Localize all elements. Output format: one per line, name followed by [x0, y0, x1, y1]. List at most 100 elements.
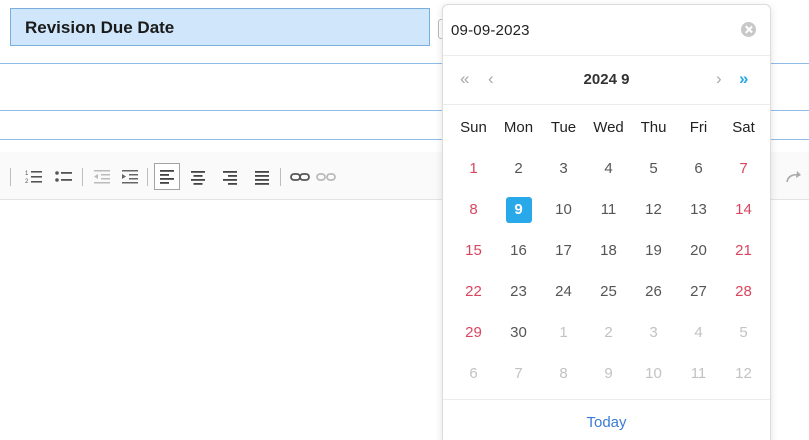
unlink-icon[interactable] [314, 165, 338, 189]
day-cell[interactable]: 21 [721, 236, 766, 266]
day-cell[interactable]: 23 [496, 277, 541, 307]
toolbar-separator [82, 168, 83, 186]
day-cell[interactable]: 19 [631, 236, 676, 266]
day-number: 18 [600, 242, 617, 259]
day-cell-other-month[interactable]: 5 [721, 318, 766, 348]
day-cell[interactable]: 20 [676, 236, 721, 266]
day-number: 10 [645, 365, 662, 382]
date-input[interactable]: 09-09-2023 [451, 22, 530, 39]
day-cell[interactable]: 11 [586, 195, 631, 225]
justify-icon[interactable] [250, 165, 274, 189]
day-number: 22 [465, 283, 482, 300]
ordered-list-icon[interactable]: 1 2 [22, 165, 46, 189]
day-number: 11 [690, 365, 707, 382]
day-number: 1 [559, 324, 568, 341]
day-cell[interactable]: 30 [496, 318, 541, 348]
day-cell[interactable]: 6 [676, 154, 721, 184]
indent-icon[interactable] [118, 165, 142, 189]
clear-icon[interactable] [741, 22, 756, 37]
day-number: 19 [645, 242, 662, 259]
outdent-icon[interactable] [90, 165, 114, 189]
day-number: 17 [555, 242, 572, 259]
day-cell[interactable]: 8 [451, 195, 496, 225]
day-cell[interactable]: 4 [586, 154, 631, 184]
unordered-list-icon[interactable] [52, 165, 76, 189]
day-cell-other-month[interactable]: 11 [676, 359, 721, 389]
day-cell-other-month[interactable]: 12 [721, 359, 766, 389]
weekday-row: Sun Mon Tue Wed Thu Fri Sat [451, 119, 766, 143]
day-cell[interactable]: 18 [586, 236, 631, 266]
day-cell-other-month[interactable]: 2 [586, 318, 631, 348]
day-cell[interactable]: 17 [541, 236, 586, 266]
day-cell-selected[interactable]: 9 [496, 195, 541, 225]
day-cell[interactable]: 22 [451, 277, 496, 307]
day-cell[interactable]: 14 [721, 195, 766, 225]
svg-text:1: 1 [25, 171, 29, 177]
day-cell-other-month[interactable]: 8 [541, 359, 586, 389]
day-number: 2 [514, 160, 523, 177]
day-number: 8 [469, 201, 478, 218]
day-cell[interactable]: 16 [496, 236, 541, 266]
align-right-icon[interactable] [218, 165, 242, 189]
day-number: 5 [649, 160, 658, 177]
day-number: 27 [690, 283, 707, 300]
day-cell[interactable]: 3 [541, 154, 586, 184]
day-number: 12 [645, 201, 662, 218]
day-number: 4 [694, 324, 703, 341]
day-cell-other-month[interactable]: 10 [631, 359, 676, 389]
day-number: 9 [604, 365, 613, 382]
day-cell-other-month[interactable]: 7 [496, 359, 541, 389]
day-cell-other-month[interactable]: 6 [451, 359, 496, 389]
day-cell[interactable]: 10 [541, 195, 586, 225]
weekday-label: Thu [640, 119, 667, 136]
link-icon[interactable] [288, 165, 312, 189]
day-cell[interactable]: 27 [676, 277, 721, 307]
svg-text:2: 2 [25, 179, 29, 185]
day-cell-other-month[interactable]: 3 [631, 318, 676, 348]
day-cell[interactable]: 5 [631, 154, 676, 184]
day-cell-other-month[interactable]: 1 [541, 318, 586, 348]
today-button[interactable]: Today [443, 414, 770, 431]
day-number: 15 [465, 242, 482, 259]
day-cell[interactable]: 26 [631, 277, 676, 307]
day-cell[interactable]: 2 [496, 154, 541, 184]
day-cell[interactable]: 13 [676, 195, 721, 225]
week-row: 6 7 8 9 10 11 12 [451, 359, 766, 400]
day-cell[interactable]: 28 [721, 277, 766, 307]
weekday-label: Wed [593, 119, 624, 136]
day-cell-other-month[interactable]: 4 [676, 318, 721, 348]
day-number: 3 [559, 160, 568, 177]
day-cell[interactable]: 1 [451, 154, 496, 184]
date-picker-header: « ‹ 2024 9 › » [443, 56, 770, 105]
day-cell[interactable]: 29 [451, 318, 496, 348]
day-number: 12 [735, 365, 752, 382]
date-picker-footer: Today [443, 399, 770, 440]
day-cell[interactable]: 7 [721, 154, 766, 184]
align-left-icon[interactable] [154, 163, 180, 190]
next-month-icon[interactable]: › [716, 70, 722, 87]
next-year-icon[interactable]: » [739, 70, 748, 87]
weekday-label: Mon [503, 119, 534, 136]
day-number: 11 [600, 201, 617, 218]
weekday-label: Sun [460, 119, 487, 136]
day-number: 21 [735, 242, 752, 259]
date-picker-input-row: 09-09-2023 [443, 5, 770, 56]
date-picker: 09-09-2023 « ‹ 2024 9 › » Sun Mon Tue Wed Th… [442, 4, 771, 440]
redo-icon[interactable] [782, 165, 806, 189]
day-number: 3 [649, 324, 658, 341]
align-center-icon[interactable] [186, 165, 210, 189]
day-grid: 1 2 3 4 5 6 7 8 9 10 11 12 13 14 15 16 17 18 19 20 21 22 23 24 2… [451, 154, 766, 400]
toolbar-separator [10, 168, 11, 186]
day-number: 16 [510, 242, 527, 259]
day-cell[interactable]: 12 [631, 195, 676, 225]
day-number: 7 [739, 160, 748, 177]
day-cell[interactable]: 24 [541, 277, 586, 307]
day-number: 7 [514, 365, 523, 382]
day-cell-other-month[interactable]: 9 [586, 359, 631, 389]
week-row: 15 16 17 18 19 20 21 [451, 236, 766, 277]
day-cell[interactable]: 15 [451, 236, 496, 266]
day-number: 26 [645, 283, 662, 300]
day-number: 2 [604, 324, 613, 341]
day-number: 20 [690, 242, 707, 259]
day-cell[interactable]: 25 [586, 277, 631, 307]
